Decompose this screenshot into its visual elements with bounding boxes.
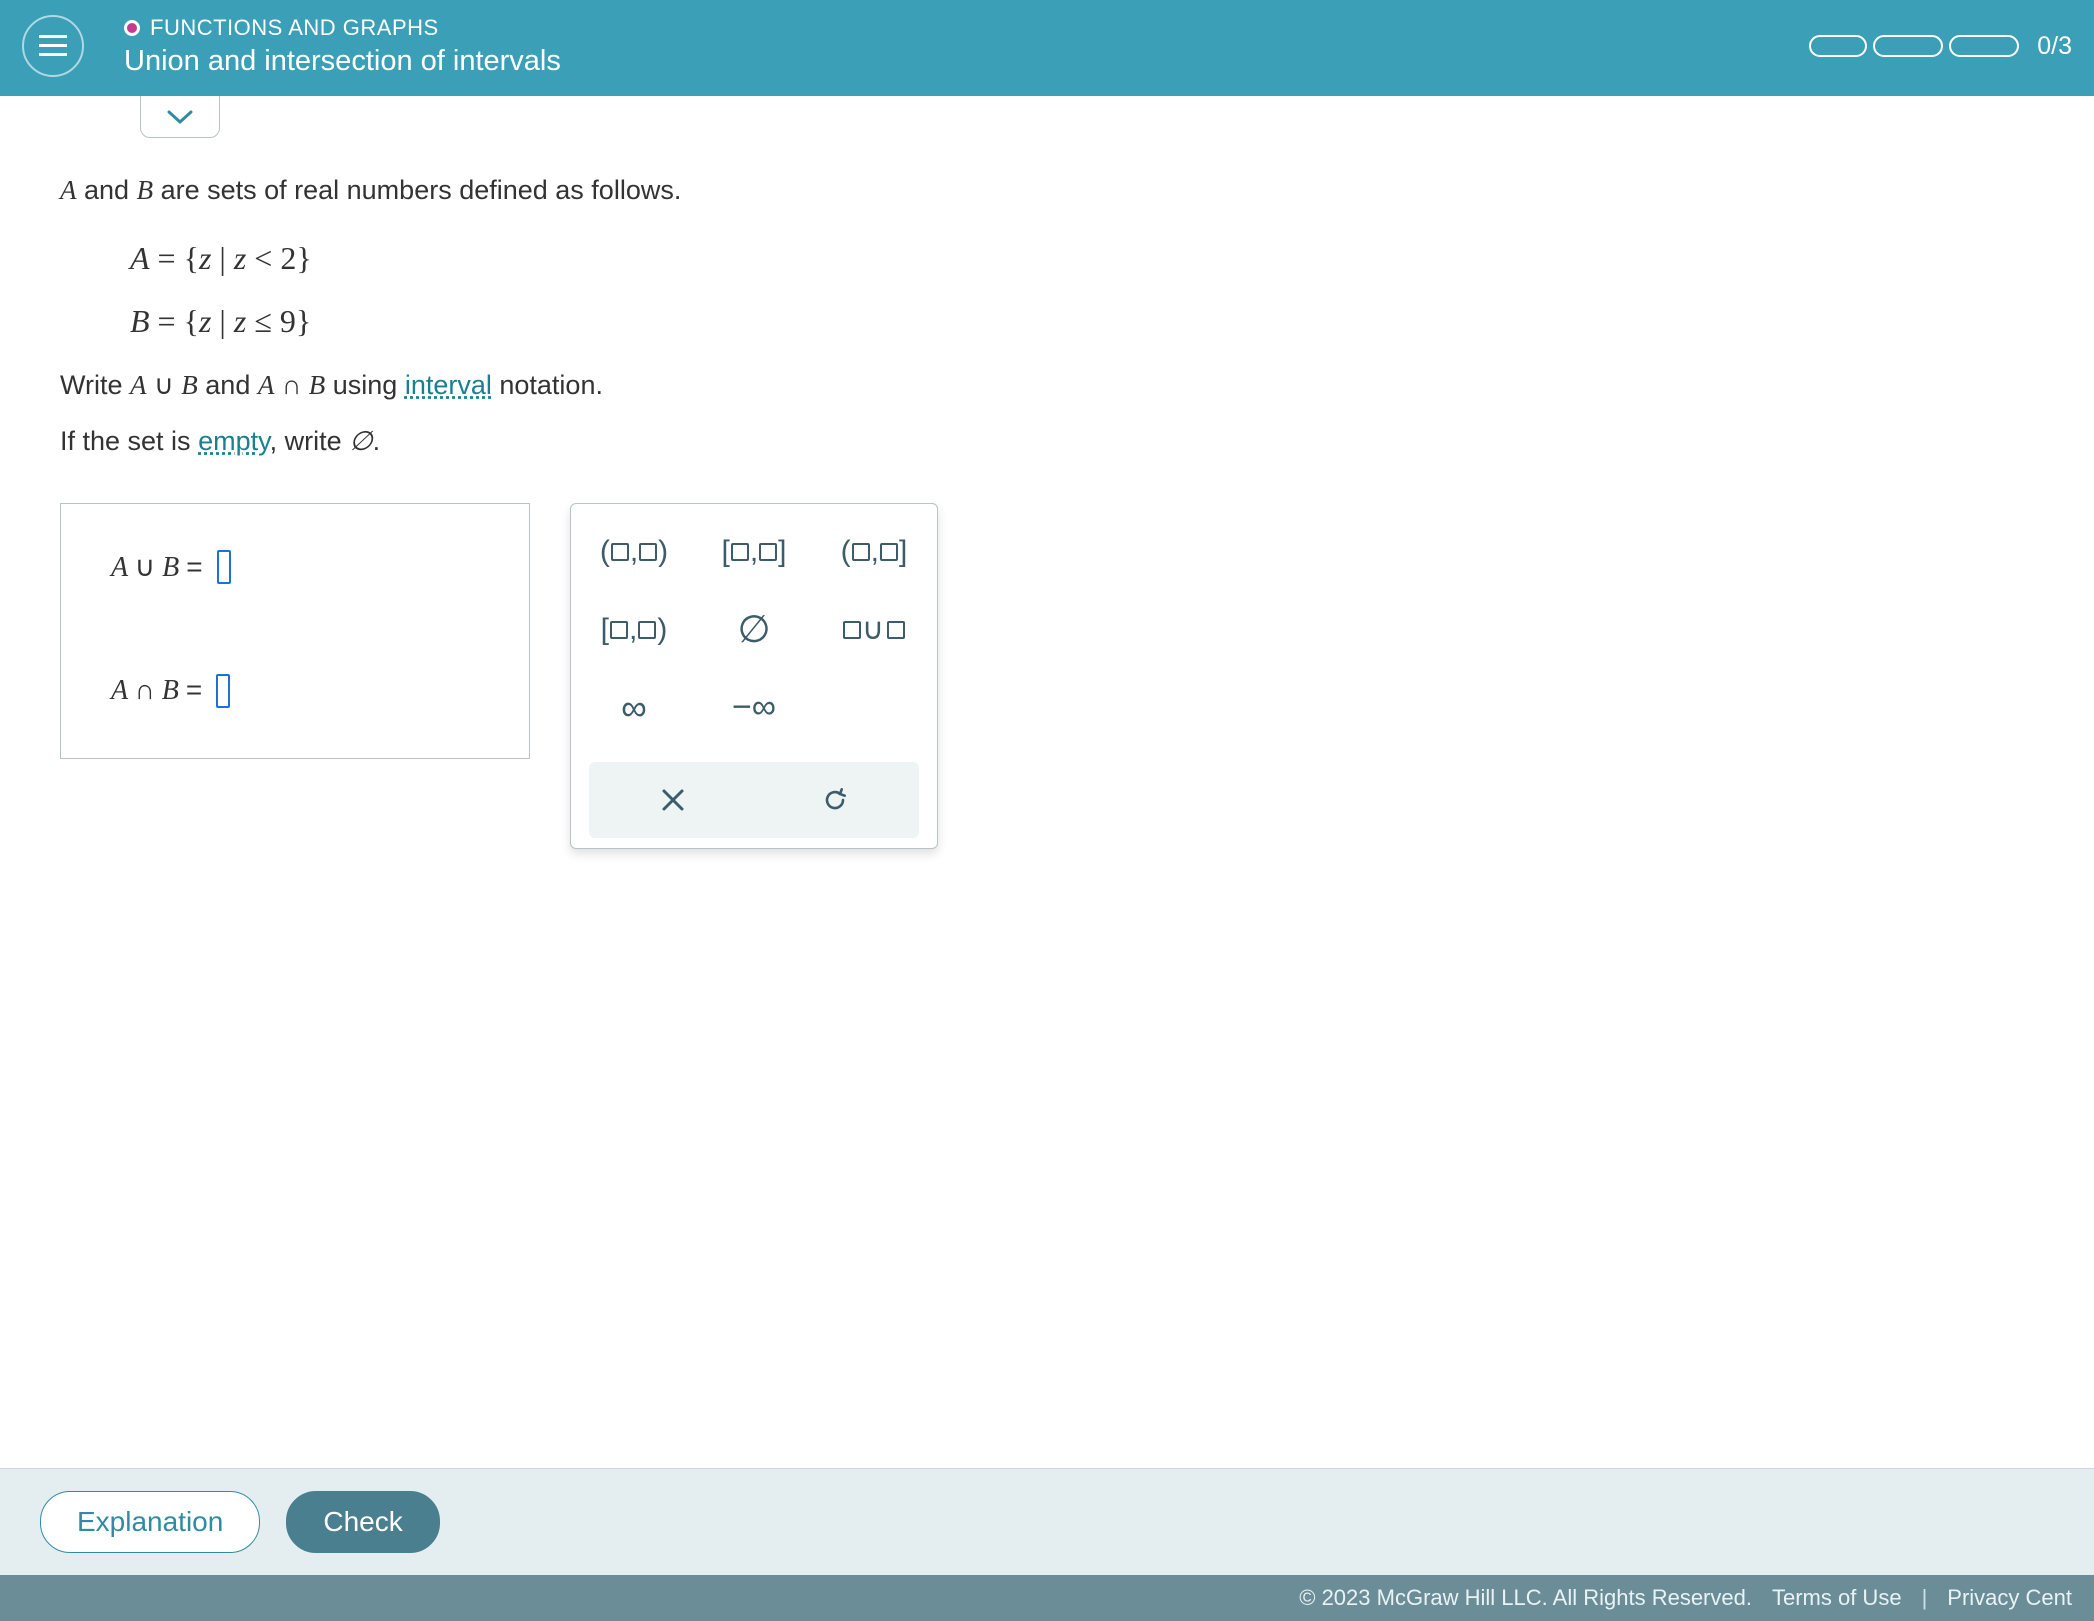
answer-row: A ∪ B = A ∩ B = (,) [,] (,] [,) ∅ ∪ ∞ −∞ <box>60 503 2034 849</box>
kp-closed-open[interactable]: [,) <box>589 600 679 660</box>
progress-label: 0/3 <box>2037 32 2072 61</box>
instruction-line-1: Write A ∪ B and A ∩ B using interval not… <box>60 365 2034 407</box>
kp-closed-closed[interactable]: [,] <box>709 522 799 582</box>
progress-seg <box>1949 35 2019 57</box>
set-definitions: A = {z | z < 2} B = {z | z ≤ 9} <box>130 234 2034 347</box>
intersect-input[interactable] <box>216 674 230 708</box>
kp-neg-infinity[interactable]: −∞ <box>709 678 799 738</box>
copyright-text: © 2023 McGraw Hill LLC. All Rights Reser… <box>1299 1585 1752 1611</box>
kp-union[interactable]: ∪ <box>829 600 919 660</box>
kp-open-open[interactable]: (,) <box>589 522 679 582</box>
answer-box: A ∪ B = A ∩ B = <box>60 503 530 759</box>
keypad: (,) [,] (,] [,) ∅ ∪ ∞ −∞ <box>570 503 938 849</box>
breadcrumb-text: FUNCTIONS AND GRAPHS <box>150 15 439 41</box>
footer: © 2023 McGraw Hill LLC. All Rights Reser… <box>0 1575 2094 1621</box>
answer-union: A ∪ B = <box>111 550 479 584</box>
var-B: B <box>137 175 154 205</box>
var-A: A <box>60 175 77 205</box>
expand-tab-button[interactable] <box>140 96 220 138</box>
reset-icon <box>822 787 848 813</box>
close-icon <box>660 787 686 813</box>
menu-button[interactable] <box>22 15 84 77</box>
def-B: B = {z | z ≤ 9} <box>130 297 2034 347</box>
hamburger-icon <box>39 35 67 57</box>
check-button[interactable]: Check <box>286 1491 439 1553</box>
kp-open-closed[interactable]: (,] <box>829 522 919 582</box>
app-header: FUNCTIONS AND GRAPHS Union and intersect… <box>0 0 2094 96</box>
kp-clear-button[interactable] <box>599 772 747 828</box>
intro-line: A and B are sets of real numbers defined… <box>60 170 2034 212</box>
interval-link[interactable]: interval <box>405 370 492 400</box>
lesson-title: Union and intersection of intervals <box>124 45 561 78</box>
privacy-link[interactable]: Privacy Cent <box>1947 1585 2072 1611</box>
terms-link[interactable]: Terms of Use <box>1772 1585 1902 1611</box>
progress-indicator <box>1809 35 2019 57</box>
kp-reset-button[interactable] <box>761 772 909 828</box>
module-dot-icon <box>124 20 140 36</box>
chevron-down-icon <box>167 109 193 125</box>
kp-empty-set[interactable]: ∅ <box>709 600 799 660</box>
def-A: A = {z | z < 2} <box>130 234 2034 284</box>
progress-seg <box>1873 35 1943 57</box>
answer-intersect: A ∩ B = <box>111 674 479 708</box>
action-bar: Explanation Check <box>0 1468 2094 1575</box>
kp-infinity[interactable]: ∞ <box>589 678 679 738</box>
progress-seg <box>1809 35 1867 57</box>
title-block: FUNCTIONS AND GRAPHS Union and intersect… <box>124 15 561 78</box>
instruction-line-2: If the set is empty, write ∅. <box>60 421 2034 463</box>
problem-statement: A and B are sets of real numbers defined… <box>60 170 2034 463</box>
breadcrumb: FUNCTIONS AND GRAPHS <box>124 15 561 41</box>
header-right: 0/3 <box>1809 32 2072 61</box>
union-input[interactable] <box>217 550 231 584</box>
explanation-button[interactable]: Explanation <box>40 1491 260 1553</box>
main-content: A and B are sets of real numbers defined… <box>0 96 2094 1468</box>
empty-link[interactable]: empty <box>198 426 270 456</box>
